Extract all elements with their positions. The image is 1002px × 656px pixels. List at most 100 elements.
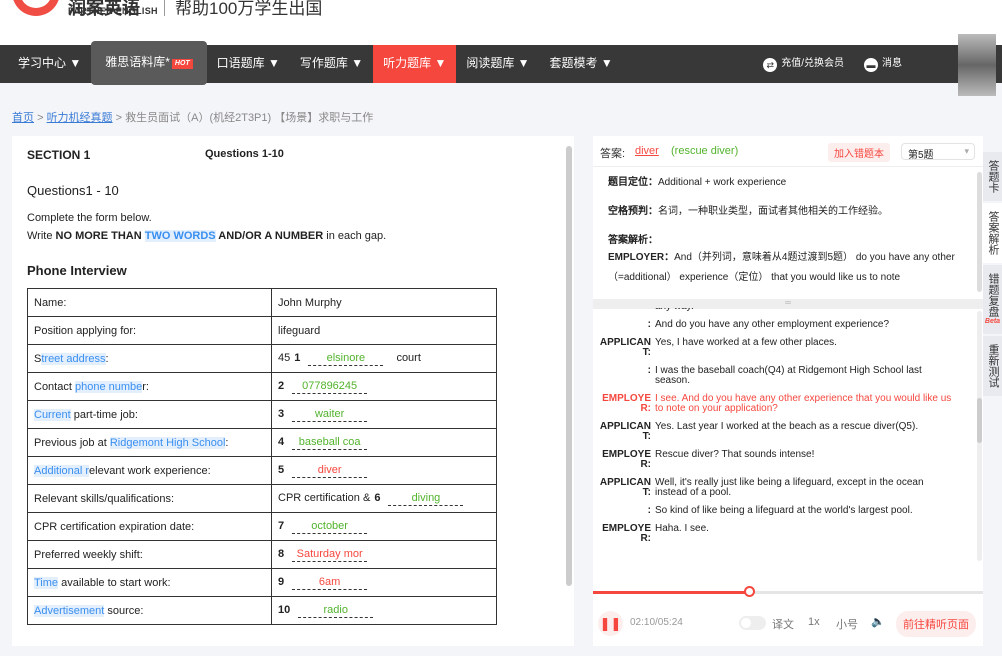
label-cell: Additional relevant work experience: [27, 456, 272, 485]
correct-answer: (rescue diver) [671, 145, 739, 157]
transcript-line[interactable]: : So kind of like being a lifeguard at th… [593, 506, 977, 516]
breadcrumb-section[interactable]: 听力机经真题 [47, 112, 113, 124]
answer-gap[interactable]: diving [388, 491, 464, 506]
transcript-line[interactable]: : I was the baseball coach(Q4) at Ridgemo… [593, 366, 977, 386]
nav-listening[interactable]: 听力题库 ▼ [373, 45, 457, 83]
speaker: EMPLOYER: [602, 393, 651, 414]
tab-label: 答题卡 [987, 160, 999, 193]
value-cell: 8 Saturday mor [271, 540, 497, 569]
transcript-line[interactable]: EMPLOYER: Haha. I see. [593, 524, 977, 544]
volume-icon[interactable]: 🔈 [871, 615, 885, 628]
utterance: any way. [655, 308, 977, 312]
label-cell: Advertisement source: [27, 596, 272, 625]
header: 润案英语 PARTNER ENGLISH 帮助100万学生出国 [0, 0, 1002, 45]
field-label: available to start work: [58, 576, 171, 589]
nav-reading[interactable]: 阅读题库 ▼ [456, 45, 539, 83]
form-row: Previous job at Ridgemont High School: 4 b… [27, 428, 497, 457]
transcript: any way.: And do you have any other emplo… [593, 308, 977, 578]
tab-label: 答案解析 [987, 211, 999, 255]
utterance: I see. And do you have any other experie… [655, 393, 952, 414]
utterance: I was the baseball coach(Q4) at Ridgemon… [655, 365, 922, 386]
nav-speaking[interactable]: 口语题库 ▼ [207, 45, 290, 83]
transcript-line[interactable]: APPLICANT: Yes, I have worked at a few ot… [593, 338, 977, 358]
question-select[interactable]: 第5题 [901, 143, 975, 161]
field-label-highlight: Advertisement [34, 604, 105, 617]
breadcrumb-current: > 救生员面试（A）(机经2T3P1) 【场景】求职与工作 [115, 112, 374, 124]
speaker: EMPLOYER: [602, 449, 651, 470]
field-label-highlight: phone numbe [74, 380, 143, 393]
answer-gap[interactable]: elsinore [308, 351, 384, 366]
tab-mistake-review[interactable]: 错题复盘 Beta [983, 265, 1002, 334]
transcript-line[interactable]: EMPLOYER: I see. And do you have any othe… [593, 394, 977, 414]
font-size-button[interactable]: 小号 [836, 616, 858, 632]
utterance: Well, it's really just like being a life… [655, 477, 924, 498]
value-cell: 9 6am [271, 568, 497, 597]
answer-gap[interactable]: waiter [292, 407, 368, 422]
transcript-line[interactable]: APPLICANT: Yes. Last year I worked at the… [593, 422, 977, 442]
logo-icon[interactable] [12, 0, 60, 16]
avatar[interactable] [958, 34, 996, 96]
utterance: Yes. Last year I worked at the beach as … [655, 421, 919, 432]
analysis-scrollbar[interactable] [977, 172, 982, 292]
inst-bold: AND/OR A NUMBER [215, 230, 324, 242]
goto-intensive-button[interactable]: 前往精听页面 [896, 611, 976, 637]
breadcrumb-home[interactable]: 首页 [12, 112, 34, 124]
transcript-line[interactable]: : And do you have any other employment ex… [593, 320, 977, 330]
nav-mock-test[interactable]: 套题模考 ▼ [540, 45, 623, 83]
inst-text: Write [27, 230, 56, 242]
transcript-scrollbar[interactable] [977, 311, 982, 561]
breadcrumb-sep: > [37, 112, 44, 124]
answer-gap[interactable]: 077896245 [292, 379, 368, 394]
value-cell: John Murphy [271, 288, 497, 317]
scrollbar[interactable] [566, 146, 572, 586]
answer-gap[interactable]: diver [292, 463, 368, 478]
label-cell: Previous job at Ridgemont High School: [27, 428, 272, 457]
recharge-link[interactable]: ⇄ 充值/兑换会员 [763, 45, 844, 82]
answer-gap[interactable]: october [292, 519, 368, 534]
pause-button[interactable]: ❚❚ [598, 611, 623, 636]
utterance: And do you have any other employment exp… [655, 319, 890, 330]
add-to-mistakes-button[interactable]: 加入错题本 [828, 143, 890, 162]
audio-progress[interactable] [593, 586, 983, 597]
field-label: part-time job: [70, 408, 138, 421]
form-row: Relevant skills/qualifications: CPR certi… [27, 484, 497, 513]
messages-link[interactable]: ▬ 消息 [864, 45, 902, 82]
loc-label: 题目定位： [608, 177, 658, 188]
answer-gap[interactable]: radio [298, 603, 374, 618]
nav-ielts-corpus[interactable]: 雅思语料库* HOT [91, 41, 207, 85]
translation-toggle[interactable] [739, 616, 766, 630]
value-cell: 2 077896245 [271, 372, 497, 401]
field-label: r: [142, 380, 149, 393]
field-label: Relevant skills/qualifications: [34, 492, 175, 505]
form-table: Name: John Murphy Position applying for: li… [27, 288, 497, 625]
player-controls: ❚❚ 02:10/05:24 译文 1x 小号 🔈 前往精听页面 [593, 611, 983, 637]
question-number: 7 [278, 520, 285, 532]
value-cell: 45 1 elsinore court [271, 344, 497, 373]
speaker: APPLICANT: [599, 337, 651, 358]
field-label-highlight: Current [34, 408, 71, 421]
nav-label: 雅思语料库* [105, 55, 170, 69]
tab-retest[interactable]: 重新测试 [983, 336, 1002, 396]
transcript-line[interactable]: any way. [593, 308, 977, 312]
nav-study-center[interactable]: 学习中心 ▼ [8, 45, 91, 83]
tab-answer-card[interactable]: 答题卡 [983, 152, 1002, 201]
label-cell: Relevant skills/qualifications: [27, 484, 272, 513]
speed-button[interactable]: 1x [808, 616, 820, 628]
transcript-line[interactable]: EMPLOYER: Rescue diver? That sounds inten… [593, 450, 977, 470]
speaker: : [647, 365, 651, 376]
nav-writing[interactable]: 写作题库 ▼ [290, 45, 373, 83]
answer-gap[interactable]: Saturday mor [292, 547, 368, 562]
answer-gap[interactable]: 6am [292, 575, 368, 590]
logo-subtext: PARTNER ENGLISH [68, 6, 158, 16]
field-value: John Murphy [278, 296, 342, 309]
transcript-line[interactable]: APPLICANT: Well, it's really just like be… [593, 478, 977, 498]
form-row: Contact phone number: 2 077896245 [27, 372, 497, 401]
pred-text: 名词，一种职业类型，面试者其他相关的工作经验。 [658, 206, 888, 217]
progress-knob[interactable] [744, 586, 755, 597]
tab-answer-analysis[interactable]: 答案解析 [983, 203, 1002, 263]
translation-label: 译文 [772, 619, 794, 631]
field-label: Name: [34, 296, 67, 309]
form-row: Additional relevant work experience: 5 div… [27, 456, 497, 485]
form-row: Preferred weekly shift: 8 Saturday mor [27, 540, 497, 569]
answer-gap[interactable]: baseball coa [292, 435, 368, 450]
